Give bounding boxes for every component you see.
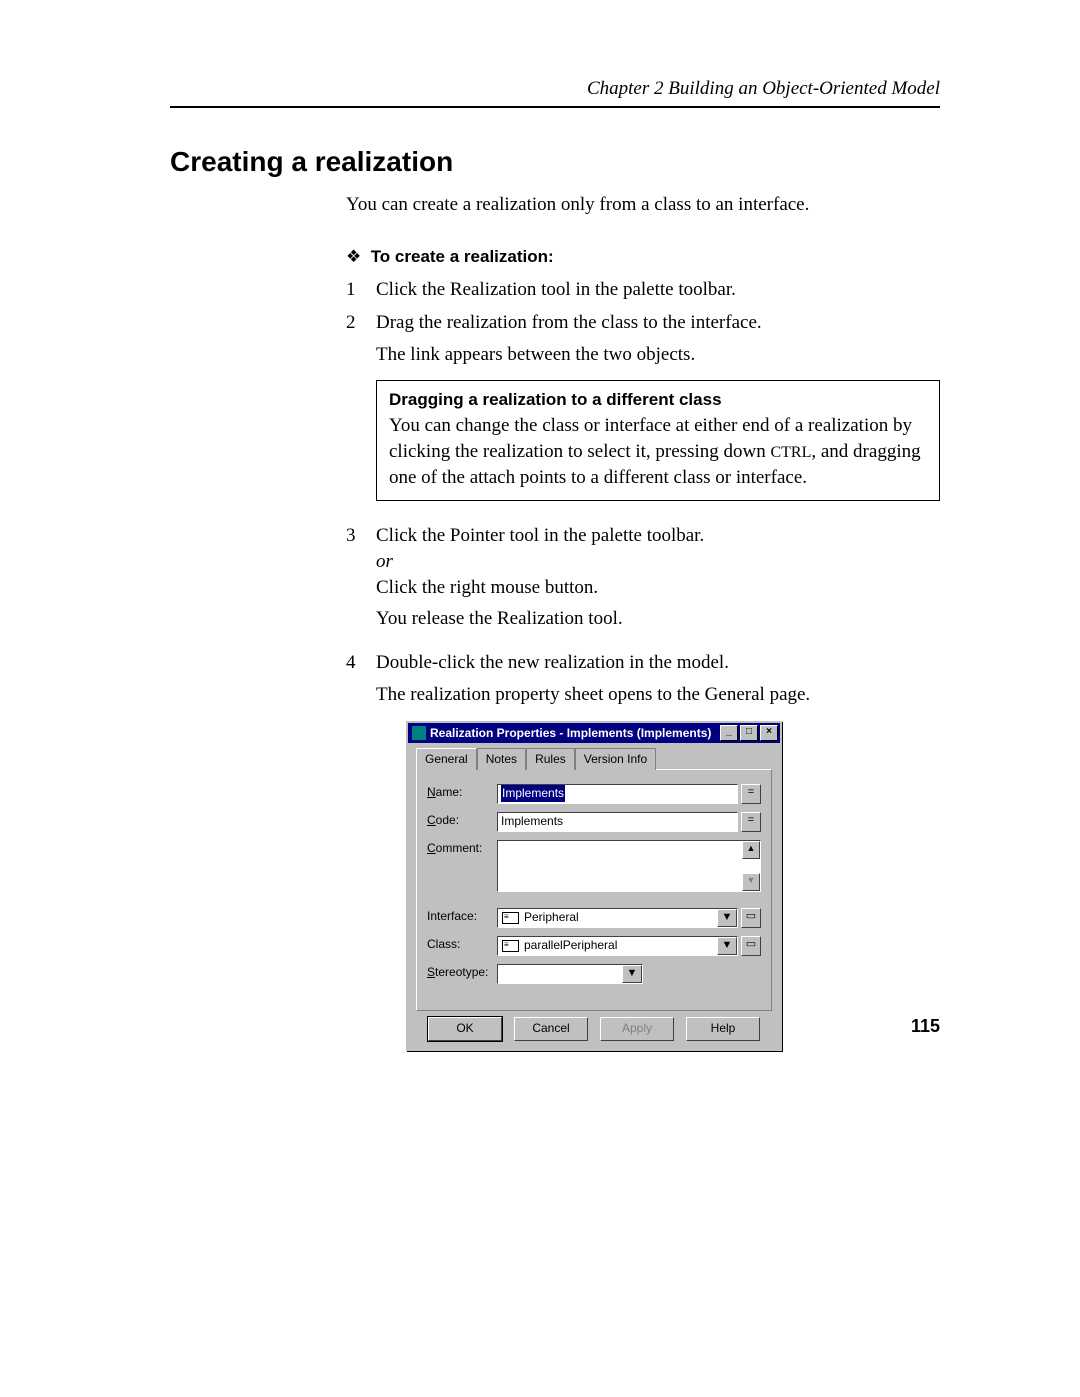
- label-code: Code:: [427, 812, 497, 828]
- tab-rules[interactable]: Rules: [526, 748, 575, 769]
- class-browse-button[interactable]: ▭: [741, 936, 761, 956]
- procedure-steps: 1 Click the Realization tool in the pale…: [346, 277, 940, 1051]
- step-text: You release the Realization tool.: [376, 606, 940, 632]
- code-sync-button[interactable]: =: [741, 812, 761, 832]
- step-number: 1: [346, 277, 376, 303]
- class-icon: ≡: [502, 940, 519, 952]
- interface-browse-button[interactable]: ▭: [741, 908, 761, 928]
- step-text: The link appears between the two objects…: [376, 342, 940, 368]
- step-text: Click the Realization tool in the palett…: [376, 277, 940, 303]
- label-class: Class:: [427, 936, 497, 952]
- chapter-line: Chapter 2 Building an Object-Oriented Mo…: [587, 78, 940, 99]
- interface-combo[interactable]: ≡ Peripheral ▼: [497, 908, 738, 928]
- step-text: The realization property sheet opens to …: [376, 682, 940, 708]
- step-text: Drag the realization from the class to t…: [376, 310, 940, 336]
- tab-version-info[interactable]: Version Info: [575, 748, 656, 769]
- step-or: or: [376, 549, 940, 575]
- page-header: Chapter 2 Building an Object-Oriented Mo…: [170, 78, 940, 108]
- name-sync-button[interactable]: =: [741, 784, 761, 804]
- help-button[interactable]: Help: [686, 1017, 760, 1041]
- name-field[interactable]: Implements: [497, 784, 738, 804]
- tab-strip: General Notes Rules Version Info: [416, 747, 772, 768]
- ok-button[interactable]: OK: [428, 1017, 502, 1041]
- dialog-title-text: Realization Properties - Implements (Imp…: [430, 725, 718, 741]
- note-title: Dragging a realization to a different cl…: [389, 389, 927, 412]
- apply-button: Apply: [600, 1017, 674, 1041]
- step-number: 3: [346, 523, 376, 642]
- class-combo[interactable]: ≡ parallelPeripheral ▼: [497, 936, 738, 956]
- step-text: Click the right mouse button.: [376, 575, 940, 601]
- section-title: Creating a realization: [170, 146, 940, 178]
- label-comment: Comment:: [427, 840, 497, 856]
- scroll-down-icon: ▼: [742, 873, 760, 891]
- step-text: Click the Pointer tool in the palette to…: [376, 523, 940, 549]
- dialog-window: Realization Properties - Implements (Imp…: [406, 721, 782, 1050]
- code-field[interactable]: Implements: [497, 812, 738, 832]
- label-stereotype: Stereotype:: [427, 964, 497, 980]
- step-text: Double-click the new realization in the …: [376, 650, 940, 676]
- scroll-up-icon[interactable]: ▲: [742, 841, 760, 859]
- note-body: You can change the class or interface at…: [389, 413, 927, 490]
- step-number: 4: [346, 650, 376, 1051]
- procedure-heading: To create a realization:: [346, 246, 940, 269]
- interface-icon: ≡: [502, 912, 519, 924]
- chevron-down-icon[interactable]: ▼: [717, 937, 737, 955]
- close-icon[interactable]: ×: [760, 725, 778, 741]
- tab-panel-general: Name: Implements = Code: Implements =: [416, 769, 772, 1011]
- comment-field[interactable]: ▲ ▼: [497, 840, 761, 892]
- tab-notes[interactable]: Notes: [477, 748, 526, 769]
- minimize-icon[interactable]: _: [720, 725, 738, 741]
- stereotype-combo[interactable]: ▼: [497, 964, 643, 984]
- page-number: 115: [911, 1016, 940, 1037]
- chevron-down-icon[interactable]: ▼: [622, 965, 642, 983]
- chevron-down-icon[interactable]: ▼: [717, 909, 737, 927]
- label-interface: Interface:: [427, 908, 497, 924]
- dialog-app-icon: [412, 726, 426, 740]
- maximize-icon[interactable]: □: [740, 725, 758, 741]
- step-number: 2: [346, 310, 376, 515]
- dialog-button-row: OK Cancel Apply Help: [416, 1017, 772, 1041]
- cancel-button[interactable]: Cancel: [514, 1017, 588, 1041]
- tab-general[interactable]: General: [416, 748, 477, 769]
- label-name: Name:: [427, 784, 497, 800]
- dialog-titlebar[interactable]: Realization Properties - Implements (Imp…: [408, 723, 780, 743]
- note-box: Dragging a realization to a different cl…: [376, 380, 940, 502]
- intro-paragraph: You can create a realization only from a…: [346, 192, 940, 218]
